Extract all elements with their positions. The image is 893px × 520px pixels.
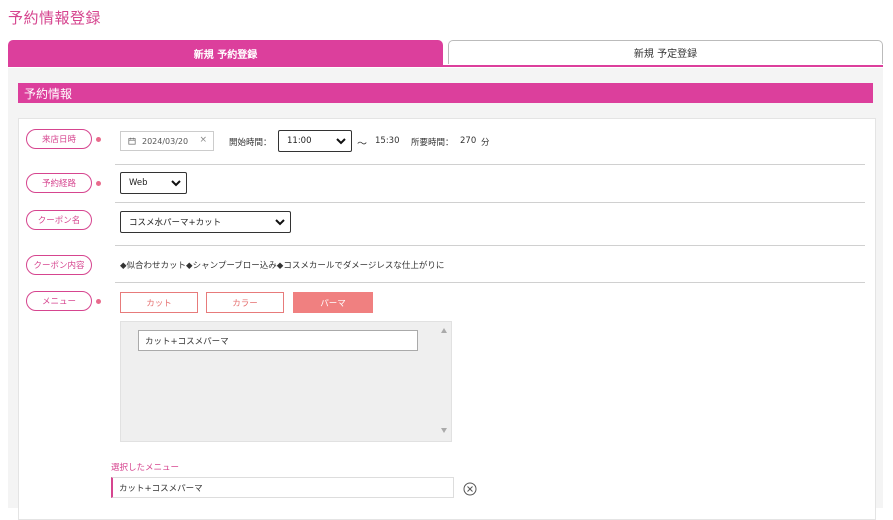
booking-route-label: 予約経路 [26, 173, 92, 193]
tab-underline [8, 65, 883, 67]
duration-label: 所要時間： [411, 138, 454, 148]
visit-datetime-label: 来店日時 [26, 129, 92, 149]
required-indicator [96, 299, 101, 304]
tab-new-schedule[interactable]: 新規 予定登録 [448, 40, 883, 64]
time-range-tilde: 〜 [357, 139, 367, 150]
start-time-select[interactable]: 11:00 [278, 130, 352, 152]
circle-x-icon[interactable] [463, 482, 477, 496]
required-indicator [96, 137, 101, 142]
tab-new-reservation[interactable]: 新規 予約登録 [8, 40, 443, 66]
booking-route-select[interactable]: Web [120, 172, 187, 194]
coupon-name-value: コスメ水パーマ+カット [129, 218, 222, 228]
reservation-form: 来店日時 2024/03/20 × 開始時間： 11:00 〜 15:30 所要… [18, 118, 876, 520]
clear-date-icon[interactable]: × [199, 135, 207, 145]
row-divider [115, 202, 865, 203]
coupon-content-text: ◆似合わせカット◆シャンプーブロー込み◆コスメカールでダメージレスな仕上がりに [120, 261, 445, 271]
start-time-label: 開始時間： [229, 138, 272, 148]
row-divider [115, 245, 865, 246]
menu-list: カット+コスメパーマ [120, 321, 452, 442]
start-time-value: 11:00 [287, 136, 312, 146]
section-header: 予約情報 [18, 83, 873, 103]
menu-list-item[interactable]: カット+コスメパーマ [138, 330, 418, 351]
required-indicator [96, 181, 101, 186]
chevron-down-icon [171, 180, 181, 187]
scroll-up-icon[interactable] [441, 328, 447, 333]
row-divider [115, 164, 865, 165]
calendar-icon [128, 137, 136, 145]
reservation-panel: 予約情報 来店日時 2024/03/20 × 開始時間： 11:00 〜 15:… [8, 68, 883, 520]
menu-label: メニュー [26, 291, 92, 311]
chevron-down-icon [275, 219, 285, 226]
date-value: 2024/03/20 [142, 136, 189, 146]
end-time: 15:30 [375, 136, 400, 146]
scroll-down-icon[interactable] [441, 428, 447, 433]
selected-menu-label: 選択したメニュー [111, 463, 180, 473]
booking-route-value: Web [129, 178, 148, 188]
page-title: 予約情報登録 [8, 9, 102, 27]
duration-value: 270 [460, 136, 477, 146]
duration-unit: 分 [481, 138, 490, 148]
coupon-name-label: クーポン名 [26, 210, 92, 230]
menu-category-cut[interactable]: カット [120, 292, 198, 313]
menu-category-color[interactable]: カラー [206, 292, 284, 313]
coupon-content-label: クーポン内容 [26, 255, 92, 275]
chevron-down-icon [336, 138, 346, 145]
selected-menu-item: カット+コスメパーマ [111, 477, 454, 498]
menu-category-perm[interactable]: パーマ [293, 292, 373, 313]
row-divider [115, 282, 865, 283]
date-input[interactable]: 2024/03/20 × [120, 131, 214, 151]
coupon-name-select[interactable]: コスメ水パーマ+カット [120, 211, 291, 233]
tab-bar: 新規 予約登録 新規 予定登録 [8, 40, 883, 67]
